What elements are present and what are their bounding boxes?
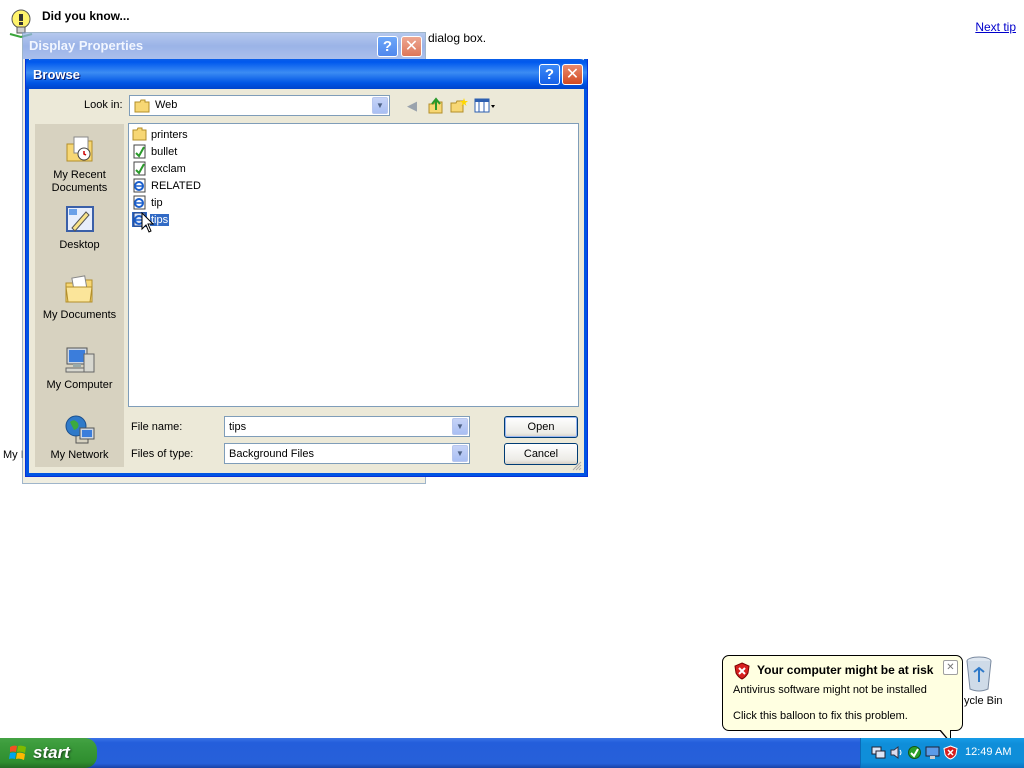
file-name: bullet [151,146,178,158]
files-of-type-value: Background Files [229,448,314,460]
html-file-icon [133,178,146,193]
place-label: My Computer [46,379,113,391]
my-documents-icon [64,275,93,303]
my-network-icon [65,415,94,444]
file-name-label: File name: [131,421,183,433]
recycle-bin-label: ycle Bin [964,695,1003,707]
chevron-down-icon[interactable]: ▼ [452,445,468,462]
place-label: Desktop [59,239,100,251]
look-in-label: Look in: [84,99,123,111]
cancel-button[interactable]: Cancel [504,443,578,465]
tip-body-text: dialog box. [428,31,487,45]
files-of-type-label: Files of type: [131,448,194,460]
file-name: tip [151,197,163,209]
mouse-cursor-icon [141,212,155,233]
place-label: My Documents [42,309,117,321]
place-my-recent-documents[interactable]: My Recent Documents [35,134,124,195]
security-balloon[interactable]: Your computer might be at risk Antivirus… [722,655,963,731]
place-label: My Network [50,449,109,461]
help-button[interactable]: ? [539,64,560,85]
display-properties-title: Display Properties [29,38,144,53]
place-label: My Recent Documents [51,169,108,194]
security-alert-tray-icon[interactable] [943,745,958,760]
display-properties-titlebar[interactable]: Display Properties ? ✕ [23,33,425,59]
file-name-field[interactable]: tips ▼ [224,416,470,437]
view-menu-icon[interactable] [474,97,496,115]
open-button[interactable]: Open [504,416,578,438]
back-icon[interactable]: ◀ [403,97,421,115]
up-folder-icon[interactable] [427,97,445,115]
start-label: start [33,743,70,762]
volume-tray-icon[interactable] [889,745,904,760]
file-name: printers [151,129,188,141]
clock[interactable]: 12:49 AM [965,746,1011,758]
image-file-icon [133,161,146,176]
close-button[interactable]: ✕ [562,64,583,85]
start-button[interactable]: start [0,738,97,768]
places-bar: My Recent Documents Desktop My Documents [35,124,124,467]
close-icon[interactable]: ✕ [943,660,958,675]
look-in-dropdown[interactable]: Web ▼ [129,95,390,116]
html-file-icon [133,195,146,210]
resize-grip-icon[interactable] [572,461,582,471]
balloon-title: Your computer might be at risk [757,663,934,677]
windows-logo-icon [9,745,26,760]
files-of-type-dropdown[interactable]: Background Files ▼ [224,443,470,464]
file-name-value: tips [229,421,247,433]
file-name: exclam [151,163,186,175]
help-button[interactable]: ? [377,36,398,57]
my-computer-icon [65,347,94,373]
security-shield-icon [734,662,750,680]
recent-documents-icon [66,136,92,162]
tip-title: Did you know... [42,9,130,23]
close-button[interactable]: ✕ [401,36,422,57]
recycle-bin-icon [966,656,992,692]
desktop-icon-label-partial: My I [3,449,24,461]
file-list[interactable]: printers bullet exclam RELATED tip tips [128,123,579,407]
look-in-value: Web [155,99,178,111]
folder-icon [134,99,150,113]
place-my-computer[interactable]: My Computer [35,344,124,392]
recycle-bin[interactable]: ycle Bin [958,656,1018,712]
folder-icon [132,127,147,141]
browse-title: Browse [33,67,80,82]
place-desktop[interactable]: Desktop [35,204,124,252]
image-file-icon [133,144,146,159]
chevron-down-icon[interactable]: ▼ [372,97,388,114]
chevron-down-icon[interactable]: ▼ [452,418,468,435]
balloon-action-text: Click this balloon to fix this problem. [733,710,908,722]
updates-tray-icon[interactable] [907,745,922,760]
place-my-documents[interactable]: My Documents [35,274,124,322]
browse-titlebar[interactable]: Browse ? ✕ [26,59,587,89]
network-tray-icon[interactable] [871,745,886,760]
display-tray-icon[interactable] [925,745,940,760]
browse-dialog: Browse ? ✕ Look in: Web ▼ ◀ My Recent Do… [25,59,588,477]
place-my-network[interactable]: My Network [35,414,124,462]
new-folder-icon[interactable] [450,97,468,115]
file-name: RELATED [151,180,201,192]
taskbar: start 12:49 AM [0,738,1024,768]
balloon-message: Antivirus software might not be installe… [733,684,927,696]
desktop-icon [65,206,94,232]
system-tray: 12:49 AM [860,738,1024,768]
next-tip-link[interactable]: Next tip [975,20,1016,34]
